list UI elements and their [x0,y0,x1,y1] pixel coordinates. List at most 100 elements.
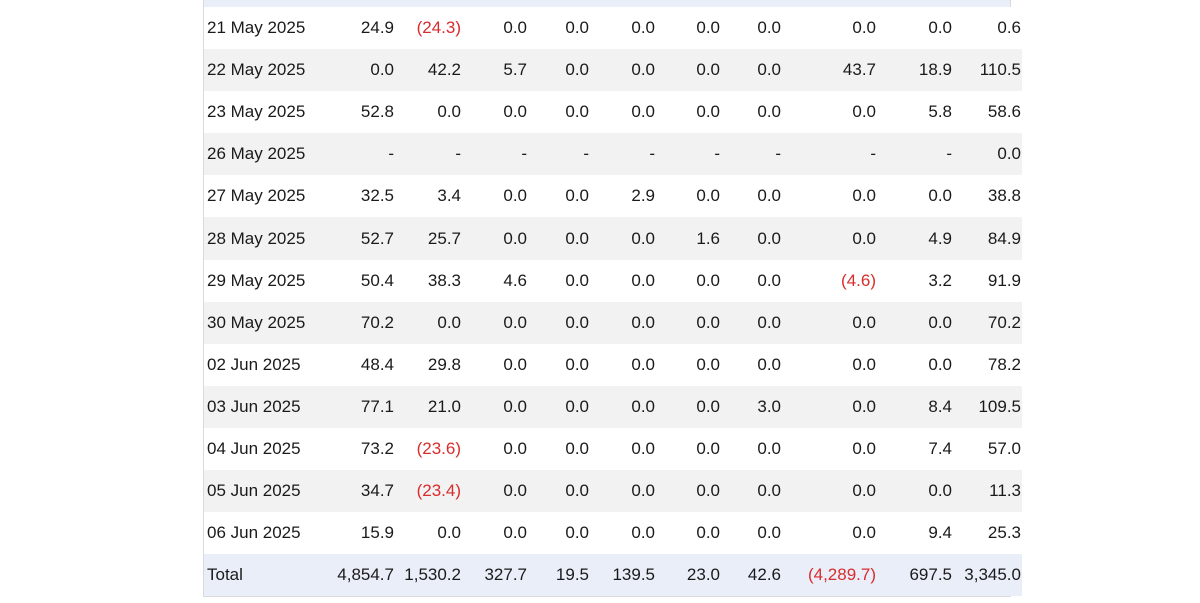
row-date: 29 May 2025 [204,259,326,302]
row-value-cell: 0.0 [589,49,655,92]
row-value-cell: 0.0 [952,133,1022,176]
row-value-cell: 0.0 [589,301,655,344]
row-value-cell: (4.6) [781,259,876,302]
row-value-cell: - [589,133,655,176]
row-value-cell: 0.0 [655,512,720,555]
row-value-cell: 0.0 [461,301,527,344]
row-value-cell: 0.0 [461,7,527,50]
row-value-cell: 3.4 [394,175,461,218]
total-value-cell: 23.0 [655,554,720,597]
row-value-cell: 91.9 [952,259,1022,302]
row-value-cell: 0.0 [589,470,655,513]
row-value-cell: 15.9 [326,512,394,555]
row-value-cell: 0.0 [720,217,781,260]
table-row: 27 May 2025 32.5 3.4 0.0 0.0 2.9 0.0 0.0 0.0 0.0 3… [204,175,1022,218]
row-value-cell: - [394,133,461,176]
row-value-cell: 0.0 [589,385,655,428]
row-value-cell: 5.7 [461,49,527,92]
table-row: 26 May 2025- - - - - - - - -0.0 [204,133,1022,176]
total-value-cell: 4,854.7 [326,554,394,597]
row-value-cell: 52.8 [326,91,394,134]
row-value-cell: 0.0 [655,470,720,513]
row-value-cell: 0.0 [720,91,781,134]
row-value-cell: 0.0 [527,301,589,344]
row-date: 28 May 2025 [204,217,326,260]
row-value-cell: 38.8 [952,175,1022,218]
row-value-cell: 78.2 [952,343,1022,386]
row-value-cell: - [781,133,876,176]
row-value-cell: 84.9 [952,217,1022,260]
row-value-cell: 0.0 [655,427,720,471]
row-value-cell: 0.0 [781,512,876,555]
table-row: 06 Jun 2025 15.9 0.0 0.0 0.0 0.0 0.0 0.0 0.0 9.4 2… [204,512,1022,555]
row-value-cell: 77.1 [326,385,394,428]
row-value-cell: 21.0 [394,385,461,428]
row-value-cell: 25.3 [952,512,1022,555]
row-date: 06 Jun 2025 [204,512,326,555]
row-date: 27 May 2025 [204,175,326,218]
row-value-cell: 3.0 [720,385,781,428]
row-value-cell: 7.4 [876,427,952,471]
row-value-cell: 0.0 [589,259,655,302]
data-table-container: 21 May 2025 24.9 (24.3) 0.0 0.0 0.0 0.0 0.0 0.0 0… [203,0,1022,597]
row-value-cell: 4.6 [461,259,527,302]
row-value-cell: 18.9 [876,49,952,92]
row-value-cell: 0.0 [527,217,589,260]
row-value-cell: 0.0 [589,7,655,50]
row-value-cell: 0.0 [781,175,876,218]
row-value-cell: 109.5 [952,385,1022,428]
row-date: 23 May 2025 [204,91,326,134]
row-value-cell: 0.0 [876,175,952,218]
row-value-cell: 57.0 [952,427,1022,471]
row-value-cell: 0.0 [781,343,876,386]
row-value-cell: 0.0 [461,91,527,134]
row-value-cell: 1.6 [655,217,720,260]
row-value-cell: 0.0 [720,49,781,92]
row-date: 21 May 2025 [204,7,326,50]
row-value-cell: 0.0 [589,343,655,386]
row-value-cell: (23.6) [394,427,461,471]
table-row: 30 May 2025 70.2 0.0 0.0 0.0 0.0 0.0 0.0 0.0 0.0 7… [204,301,1022,344]
row-value-cell: - [876,133,952,176]
row-value-cell: 0.0 [461,385,527,428]
row-value-cell: 0.0 [876,7,952,50]
row-value-cell: (23.4) [394,470,461,513]
table-row: 05 Jun 2025 34.7 (23.4) 0.0 0.0 0.0 0.0 0.0 0.0 0… [204,470,1022,513]
row-value-cell: 110.5 [952,49,1022,92]
row-value-cell: 32.5 [326,175,394,218]
row-value-cell: 0.0 [876,343,952,386]
total-value-cell: 19.5 [527,554,589,597]
row-date: 22 May 2025 [204,49,326,92]
total-value-cell: 697.5 [876,554,952,597]
row-value-cell: 0.0 [720,427,781,471]
table-row: 22 May 2025 0.0 42.2 5.7 0.0 0.0 0.0 0.0 43.7 18.… [204,49,1022,92]
total-value-cell: 42.6 [720,554,781,597]
row-value-cell: 25.7 [394,217,461,260]
row-value-cell: 42.2 [394,49,461,92]
row-value-cell: 0.0 [876,301,952,344]
row-value-cell: 0.6 [952,7,1022,50]
row-value-cell: 0.0 [655,7,720,50]
row-date: 30 May 2025 [204,301,326,344]
row-value-cell: 0.0 [655,343,720,386]
row-value-cell: 0.0 [461,512,527,555]
row-value-cell: 0.0 [781,217,876,260]
table-row: 23 May 2025 52.8 0.0 0.0 0.0 0.0 0.0 0.0 0.0 5.8 5… [204,91,1022,134]
row-value-cell: 0.0 [781,301,876,344]
row-date: 03 Jun 2025 [204,385,326,428]
row-value-cell: 0.0 [527,7,589,50]
row-value-cell: 0.0 [461,427,527,471]
table-row: 02 Jun 2025 48.4 29.8 0.0 0.0 0.0 0.0 0.0 0.0 0.0… [204,343,1022,386]
table-row: 03 Jun 2025 77.1 21.0 0.0 0.0 0.0 0.0 3.0 0.0 8.4… [204,385,1022,428]
row-date: 05 Jun 2025 [204,470,326,513]
row-value-cell: 0.0 [461,217,527,260]
total-value-cell: 139.5 [589,554,655,597]
table-body: 21 May 2025 24.9 (24.3) 0.0 0.0 0.0 0.0 0.0 0.0 0… [204,7,1022,597]
row-value-cell: 0.0 [394,301,461,344]
row-value-cell: 0.0 [655,301,720,344]
row-value-cell: 58.6 [952,91,1022,134]
table-row: 28 May 2025 52.7 25.7 0.0 0.0 0.0 1.6 0.0 0.0 4.9… [204,217,1022,260]
row-value-cell: 0.0 [527,343,589,386]
row-value-cell: 48.4 [326,343,394,386]
row-value-cell: 4.9 [876,217,952,260]
